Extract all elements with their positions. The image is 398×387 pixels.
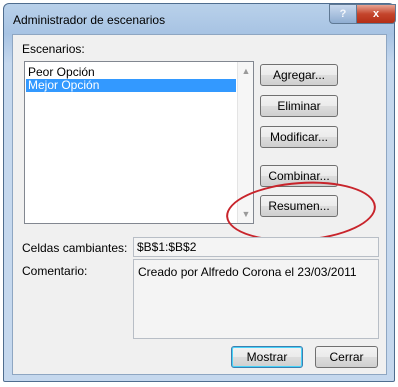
close-icon: x: [372, 8, 380, 20]
help-icon: ?: [339, 8, 347, 20]
comment-label: Comentario:: [22, 264, 87, 278]
changing-cells-label-text: Celdas cambiantes:: [22, 241, 128, 255]
show-button-label: Mostrar: [246, 350, 288, 364]
scroll-up-icon[interactable]: ▲: [240, 64, 252, 78]
window-title: Administrador de escenarios: [13, 13, 166, 27]
comment-value: Creado por Alfredo Corona el 23/03/2011: [138, 265, 357, 279]
scenarios-list[interactable]: Peor Opción Mejor Opción ▲ ▼: [24, 61, 254, 224]
modify-button[interactable]: Modificar...: [260, 126, 338, 148]
delete-button[interactable]: Eliminar: [260, 95, 338, 117]
delete-button-label: Eliminar: [277, 99, 321, 113]
close-button-label: Cerrar: [329, 350, 364, 364]
add-button-label: Agregar...: [272, 68, 326, 82]
add-button[interactable]: Agregar...: [260, 64, 338, 86]
close-button[interactable]: Cerrar: [315, 346, 378, 368]
comment-field[interactable]: Creado por Alfredo Corona el 23/03/2011: [133, 259, 379, 339]
title-bar[interactable]: Administrador de escenarios ? x: [4, 4, 396, 34]
changing-cells-value: $B$1:$B$2: [137, 240, 197, 254]
modify-button-label: Modificar...: [269, 130, 329, 144]
list-item-selected[interactable]: Mejor Opción: [26, 79, 236, 92]
scenarios-label: Escenarios:: [22, 42, 85, 56]
changing-cells-field[interactable]: $B$1:$B$2: [133, 237, 379, 257]
changing-cells-label: Celdas cambiantes:: [22, 241, 127, 255]
comment-label-text: Comentario:: [22, 264, 88, 278]
close-window-button[interactable]: x: [356, 4, 396, 24]
scenarios-label-text: Escenarios:: [22, 42, 85, 56]
help-button[interactable]: ?: [329, 4, 357, 24]
show-button[interactable]: Mostrar: [231, 346, 303, 368]
